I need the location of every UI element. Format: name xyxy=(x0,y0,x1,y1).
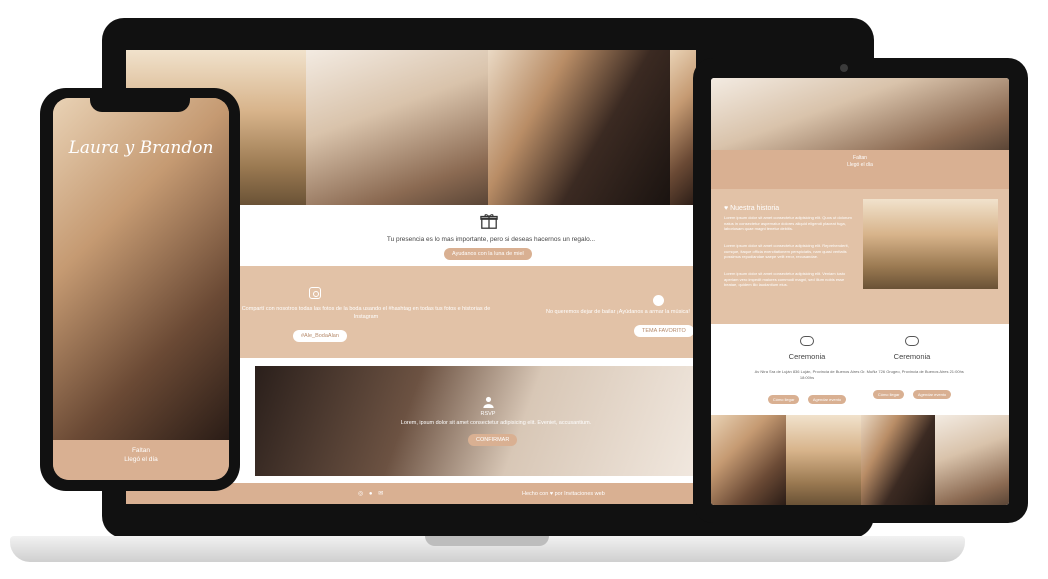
directions-button[interactable]: Cómo llegar xyxy=(767,395,800,404)
honeymoon-button[interactable]: Ayudanos con la luna de miel xyxy=(444,248,532,260)
story-title: ♥ Nuestra historia xyxy=(724,205,780,212)
rsvp-text: Lorem, ipsum dolor sit amet consectetur … xyxy=(400,420,592,426)
party-address: Gr. Muñiz 726 Grugeo, Provincia de Bueno… xyxy=(860,369,964,374)
party-title: Ceremonia xyxy=(893,352,931,361)
couple-names: Laura y Brandon xyxy=(68,138,214,158)
our-story-section: ♥ Nuestra historia Lorem ipsum dolor sit… xyxy=(711,189,1009,324)
gallery-photo[interactable] xyxy=(711,415,786,505)
favorite-song-button[interactable]: TEMA FAVORITO xyxy=(634,325,694,337)
rsvp-label: RSVP xyxy=(480,411,496,417)
countdown-day-label: Llegó el día xyxy=(847,162,873,168)
gallery-photo[interactable] xyxy=(786,415,861,505)
spotify-icon xyxy=(653,295,664,306)
gallery-photo[interactable] xyxy=(861,415,935,505)
hashtag-button[interactable]: #Ale_BodaAlan xyxy=(293,330,347,342)
countdown-label: Faltan xyxy=(853,155,867,161)
hero-photo-2 xyxy=(306,50,488,205)
tablet-camera xyxy=(840,64,848,72)
gallery-strip xyxy=(711,415,1009,505)
ceremony-address: Av Ntra Sra de Luján 836 Luján, Provinci… xyxy=(754,369,860,380)
party-card: Ceremonia Gr. Muñiz 726 Grugeo, Provinci… xyxy=(857,336,967,401)
story-paragraph: Lorem ipsum dolor sit amet consectetur a… xyxy=(724,243,849,259)
add-to-calendar-button[interactable]: Agendar evento xyxy=(912,389,952,399)
story-paragraph: Lorem ipsum dolor sit amet consectetur a… xyxy=(724,271,846,287)
add-to-calendar-button[interactable]: Agendar evento xyxy=(807,395,847,404)
gift-text: Tu presencia es lo mas importante, pero … xyxy=(386,236,596,243)
phone-screen: Laura y Brandon Faltan Llegó el día xyxy=(53,98,229,480)
ceremony-title: Ceremonia xyxy=(788,352,826,361)
device-mockup-stage: Tu presencia es lo mas importante, pero … xyxy=(0,0,1048,579)
tablet-countdown: Faltan Llegó el día xyxy=(711,150,1009,189)
cheers-icon xyxy=(905,336,919,346)
tablet-top-photo xyxy=(711,78,1009,150)
directions-button[interactable]: Cómo llegar xyxy=(872,389,905,399)
laptop-hinge-notch xyxy=(425,536,549,546)
ceremony-card: Ceremonia Av Ntra Sra de Luján 836 Luján… xyxy=(752,336,862,406)
gallery-photo[interactable] xyxy=(935,415,1009,505)
story-photo xyxy=(863,199,998,289)
rings-icon xyxy=(800,336,814,346)
countdown-day-label: Llegó el día xyxy=(124,456,158,463)
tablet-screen: Faltan Llegó el día ♥ Nuestra historia L… xyxy=(711,78,1009,505)
music-text: No queremos dejar de bailar ¡Ayúdanos a … xyxy=(546,309,690,315)
story-paragraph: Lorem ipsum dolor sit amet consectetur a… xyxy=(724,215,852,231)
countdown-label: Faltan xyxy=(131,447,151,454)
instagram-text: Compartí con nosotros todas las fotos de… xyxy=(241,306,491,320)
user-check-icon xyxy=(483,396,494,408)
footer-credit[interactable]: Hecho con ♥ por Invitaciones web xyxy=(522,491,605,497)
gift-icon xyxy=(480,214,498,229)
phone-notch xyxy=(90,92,190,112)
instagram-icon xyxy=(309,287,321,299)
confirm-button[interactable]: CONFIRMAR xyxy=(468,434,518,446)
hero-photo-3 xyxy=(488,50,670,205)
phone-countdown: Faltan Llegó el día xyxy=(53,440,229,480)
social-icons[interactable]: ◎ ● ✉ xyxy=(358,490,385,497)
